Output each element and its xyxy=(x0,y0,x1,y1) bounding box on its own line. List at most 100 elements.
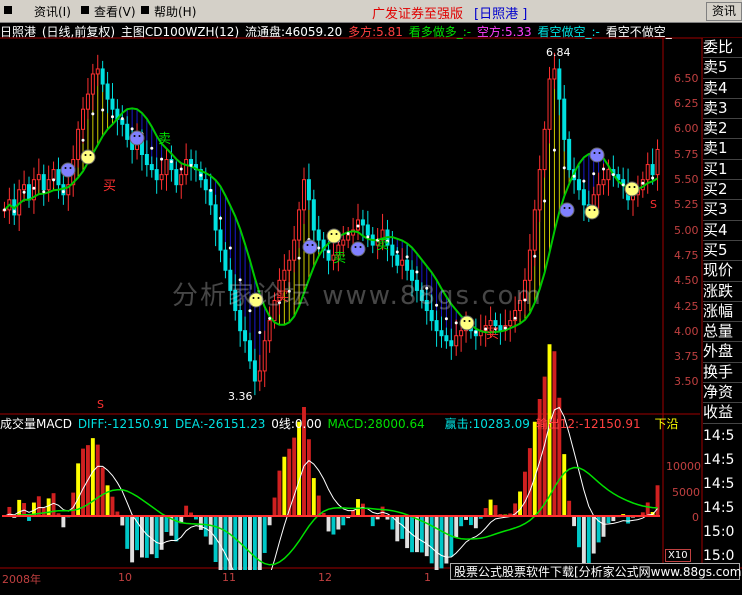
price-tick: 4.75 xyxy=(674,249,699,262)
face-eye xyxy=(598,152,601,154)
candle-body xyxy=(164,159,169,176)
candle-body xyxy=(547,78,552,130)
face-icon xyxy=(302,239,318,255)
menu-item-view[interactable]: 查看(V) xyxy=(94,3,136,20)
sell-signal-label: 卖 xyxy=(158,132,172,147)
price-tick: 6.50 xyxy=(674,72,699,85)
macd-tick: 0 xyxy=(692,511,699,524)
candle-body xyxy=(567,138,572,171)
price-tick: 4.50 xyxy=(674,274,699,287)
candle-body xyxy=(184,159,189,176)
quote-label: 收益 xyxy=(703,403,742,424)
signal-dot xyxy=(81,138,85,142)
candle-body xyxy=(41,174,46,191)
candle-body xyxy=(537,169,542,211)
face-eye xyxy=(359,246,362,248)
signal-dot xyxy=(356,224,360,228)
candle-body xyxy=(292,239,297,261)
signal-dot xyxy=(12,210,16,214)
candle-body xyxy=(76,128,81,161)
quote-label: 委比 xyxy=(703,38,742,59)
price-tick: 5.75 xyxy=(674,148,699,161)
stock-name: 日照港 xyxy=(0,25,37,39)
signal-dot xyxy=(562,166,566,170)
macd-info-bar: 成交量MACD DIFF:-12150.91 DEA:-26151.23 0线:… xyxy=(0,415,680,431)
long-signal: 看多做多_:- xyxy=(408,25,472,39)
signal-dot xyxy=(317,246,321,250)
chart-mode: (日线,前复权) xyxy=(41,25,116,39)
time-axis-label: 1 xyxy=(424,571,431,584)
candle-body xyxy=(596,184,601,196)
candle-body xyxy=(159,174,164,181)
signal-dot xyxy=(297,256,301,260)
site-banner[interactable]: 股票公式股票软件下载[分析家公式网www.88gs.com] xyxy=(450,563,742,580)
signal-dot xyxy=(327,250,331,254)
face-eye xyxy=(335,233,338,235)
candle-body xyxy=(542,128,547,171)
signal-dot xyxy=(621,183,625,187)
signal-dot xyxy=(641,181,645,185)
signal-dot xyxy=(22,190,26,194)
candle-body xyxy=(100,68,105,85)
time-tick: 14:5 xyxy=(703,452,735,468)
candle-body xyxy=(56,169,61,186)
candle-body xyxy=(552,68,557,80)
candle-body xyxy=(390,244,395,256)
window-icon xyxy=(4,6,12,14)
quote-label: 买4 xyxy=(703,221,742,241)
candle-body xyxy=(429,310,434,322)
face-eye xyxy=(311,244,314,246)
face-eye xyxy=(306,244,309,246)
candle-body xyxy=(459,330,464,337)
menu-item-help[interactable]: 帮助(H) xyxy=(154,3,196,20)
price-tick: 4.00 xyxy=(674,325,699,338)
candle-body xyxy=(36,174,41,181)
signal-dot xyxy=(454,321,458,325)
signal-dot xyxy=(513,316,517,320)
info-button[interactable]: 资讯 xyxy=(706,2,742,21)
signal-dot xyxy=(101,108,105,112)
signal-dot xyxy=(405,255,409,259)
candle-body xyxy=(306,179,311,201)
signal-dot xyxy=(611,173,615,177)
signal-dot xyxy=(110,115,114,119)
signal-dot xyxy=(258,331,262,335)
candle-body xyxy=(449,340,454,347)
face-eye xyxy=(593,209,596,211)
candle-body xyxy=(208,189,213,206)
candle-body xyxy=(405,259,410,271)
long-line-value: 多方:5.81 xyxy=(348,25,403,39)
price-tick: 5.25 xyxy=(674,198,699,211)
time-axis-label: 12 xyxy=(318,571,332,584)
price-tick: 5.50 xyxy=(674,173,699,186)
price-tick: 5.00 xyxy=(674,224,699,237)
quote-label: 外盘 xyxy=(703,342,742,363)
macd-value: MACD:28000.64 xyxy=(327,417,425,431)
candle-body xyxy=(95,68,100,75)
signal-dot xyxy=(366,235,370,239)
macd-diff: DIFF:-12150.91 xyxy=(77,417,170,431)
quote-label: 涨幅 xyxy=(703,302,742,323)
face-eye xyxy=(330,233,333,235)
signal-dot xyxy=(52,178,56,182)
short-line-value: 空方:5.33 xyxy=(476,25,532,39)
signal-dot xyxy=(219,216,223,220)
signal-dot xyxy=(199,173,203,177)
quote-label: 卖5 xyxy=(703,58,742,79)
candle-body xyxy=(287,259,292,271)
signal-dot xyxy=(415,270,419,274)
candle-body xyxy=(655,148,660,176)
candle-body xyxy=(297,209,302,241)
s-marker: S xyxy=(650,198,657,211)
sell-signal-label: 卖 xyxy=(376,238,390,253)
signal-dot xyxy=(91,112,95,116)
indicator-info-bar: 日照港 (日线,前复权) 主图CD100WZH(12) 流通盘:46059.20… xyxy=(0,23,674,39)
candle-body xyxy=(601,179,606,186)
face-eye xyxy=(588,209,591,211)
candle-body xyxy=(110,98,115,110)
candle-body xyxy=(203,179,208,191)
signal-dot xyxy=(346,232,350,236)
menu-item-info[interactable]: 资讯(I) xyxy=(34,3,71,20)
buy-signal-label: 买 xyxy=(103,179,117,194)
quote-label: 买2 xyxy=(703,180,742,201)
